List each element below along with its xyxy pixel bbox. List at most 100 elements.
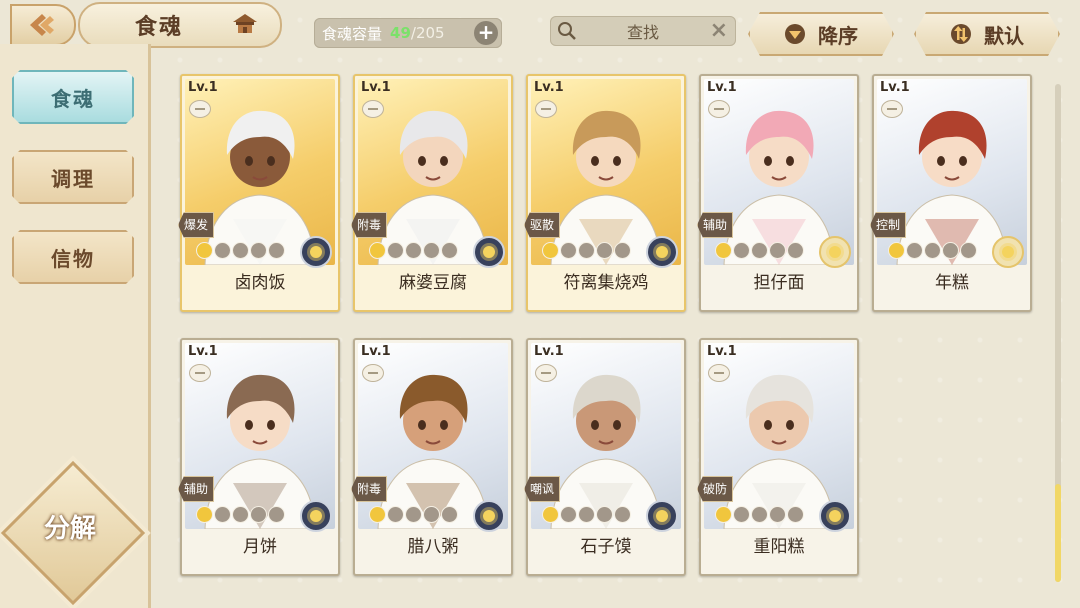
element-icon [819,500,851,532]
star-rating [888,242,977,259]
page-title: 食魂 [135,15,184,40]
star-icon [214,506,231,523]
food-soul-card[interactable]: Lv.1 嘲讽石子馍 [524,338,686,576]
star-icon [268,506,285,523]
expand-capacity-button[interactable]: + [474,21,498,45]
star-icon [751,506,768,523]
food-soul-card[interactable]: Lv.1 附毒 麻婆豆腐 [351,74,513,312]
lock-icon[interactable] [535,100,557,118]
search-input[interactable]: 查找 × [550,16,736,46]
element-icon [646,236,678,268]
lock-icon[interactable] [881,100,903,118]
star-icon [733,506,750,523]
star-icon [250,242,267,259]
role-badge: 嘲讽 [524,476,560,502]
sort-default-button[interactable]: 默认 [914,12,1060,56]
food-soul-card[interactable]: Lv.1 破防 重阳糕 [697,338,859,576]
element-icon [300,236,332,268]
search-placeholder: 查找 [626,23,659,42]
star-icon [387,242,404,259]
home-icon[interactable] [232,13,258,35]
star-icon [614,506,631,523]
lock-icon[interactable] [189,364,211,382]
card-level: Lv.1 [188,344,218,359]
decompose-label[interactable]: 分解 [22,508,118,545]
food-soul-card[interactable]: Lv.1 爆发 卤肉饭 [178,74,340,312]
capacity-display: 食魂容量 49 /205 + [314,18,502,48]
star-rating [369,506,458,523]
tab-label: 食魂 [51,86,95,111]
star-icon [596,242,613,259]
star-icon [214,242,231,259]
star-icon [196,242,213,259]
star-rating [369,242,458,259]
tab-food-souls[interactable]: 食魂 [12,70,134,124]
star-icon [751,242,768,259]
food-soul-card[interactable]: Lv.1 控制 年糕 [870,74,1032,312]
star-icon [542,506,559,523]
role-badge: 辅助 [697,212,733,238]
card-name: 石子馍 [580,537,632,557]
scrollbar[interactable] [1055,84,1061,582]
star-rating [715,242,804,259]
role-badge: 附毒 [351,212,387,238]
sort-toggle-icon [950,23,972,45]
tab-tokens[interactable]: 信物 [12,230,134,284]
clear-search-icon[interactable]: × [710,18,728,43]
element-icon [992,236,1024,268]
element-icon [646,500,678,532]
sort-down-icon [784,23,806,45]
back-button[interactable] [10,4,76,46]
card-name: 腊八粥 [407,537,459,557]
star-icon [232,242,249,259]
lock-icon[interactable] [708,100,730,118]
card-name: 符离集烧鸡 [563,273,649,293]
lock-icon[interactable] [189,100,211,118]
star-icon [578,242,595,259]
card-level: Lv.1 [534,80,564,95]
role-badge: 驱散 [524,212,560,238]
star-rating [542,242,631,259]
top-bar: 食魂 食魂容量 49 /205 + 查找 × 降序 默认 [0,0,1080,62]
title-plate: 食魂 [78,2,282,48]
lock-icon[interactable] [362,364,384,382]
star-icon [787,506,804,523]
element-icon [819,236,851,268]
card-name: 重阳糕 [753,537,805,557]
star-icon [441,506,458,523]
card-name: 月饼 [243,537,277,557]
star-rating [715,506,804,523]
star-icon [614,242,631,259]
tab-cooking[interactable]: 调理 [12,150,134,204]
star-icon [387,506,404,523]
card-level: Lv.1 [361,80,391,95]
search-icon [558,22,576,40]
food-soul-card[interactable]: Lv.1 驱散符离集烧鸡 [524,74,686,312]
lock-icon[interactable] [362,100,384,118]
food-soul-card[interactable]: Lv.1 辅助 月饼 [178,338,340,576]
card-level: Lv.1 [880,80,910,95]
lock-icon[interactable] [535,364,557,382]
card-level: Lv.1 [188,80,218,95]
card-name: 年糕 [935,273,969,293]
card-level: Lv.1 [534,344,564,359]
star-icon [769,506,786,523]
star-rating [196,506,285,523]
capacity-total: /205 [410,24,445,42]
star-icon [960,242,977,259]
food-soul-card[interactable]: Lv.1 附毒 腊八粥 [351,338,513,576]
food-soul-card[interactable]: Lv.1 辅助 担仔面 [697,74,859,312]
star-icon [787,242,804,259]
star-icon [924,242,941,259]
star-icon [942,242,959,259]
scrollbar-thumb[interactable] [1055,484,1061,582]
star-icon [596,506,613,523]
star-icon [369,506,386,523]
back-arrow-icon [30,14,54,36]
star-icon [733,242,750,259]
sort-descending-button[interactable]: 降序 [748,12,894,56]
star-icon [715,506,732,523]
star-rating [196,242,285,259]
star-icon [232,506,249,523]
lock-icon[interactable] [708,364,730,382]
